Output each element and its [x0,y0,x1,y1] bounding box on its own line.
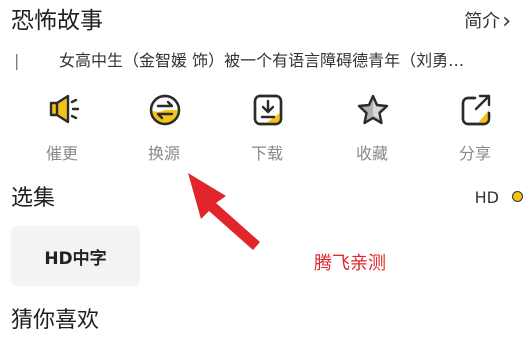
intro-link[interactable]: 简介 › [464,8,511,36]
download-button[interactable]: 下载 [232,92,302,172]
urge-update-label: 催更 [45,144,78,163]
episodes-title: 选集 [11,186,56,211]
text-cursor: | [14,51,20,70]
switch-source-label: 换源 [147,144,180,163]
quality-label[interactable]: HD [475,186,499,210]
quality-indicator-icon [512,191,523,202]
switch-source-icon [149,94,181,126]
favorite-button[interactable]: 收藏 [337,92,407,172]
action-bar: 催更 换源 下载 收藏 分享 [0,92,529,172]
video-title: 恐怖故事 [11,8,103,34]
chevron-right-icon: › [502,9,511,34]
star-icon [357,94,389,125]
download-icon [253,94,283,126]
recommend-title: 猜你喜欢 [11,308,100,333]
episode-item[interactable]: HD中字 [11,226,140,286]
annotation-arrow-icon [188,173,260,250]
favorite-label: 收藏 [355,144,388,163]
share-label: 分享 [458,144,491,163]
share-button[interactable]: 分享 [440,92,510,172]
video-description[interactable]: | 女高中生（金智媛 饰）被一个有语言障碍德青年（刘勇… [14,49,518,73]
watermark-text: 腾飞亲测 [314,253,386,274]
share-icon [461,94,491,126]
megaphone-icon [49,94,80,124]
description-text: 女高中生（金智媛 饰）被一个有语言障碍德青年（刘勇… [59,51,465,70]
intro-label: 简介 [464,11,501,32]
urge-update-button[interactable]: 催更 [27,92,97,172]
download-label: 下载 [250,144,283,163]
switch-source-button[interactable]: 换源 [129,92,199,172]
